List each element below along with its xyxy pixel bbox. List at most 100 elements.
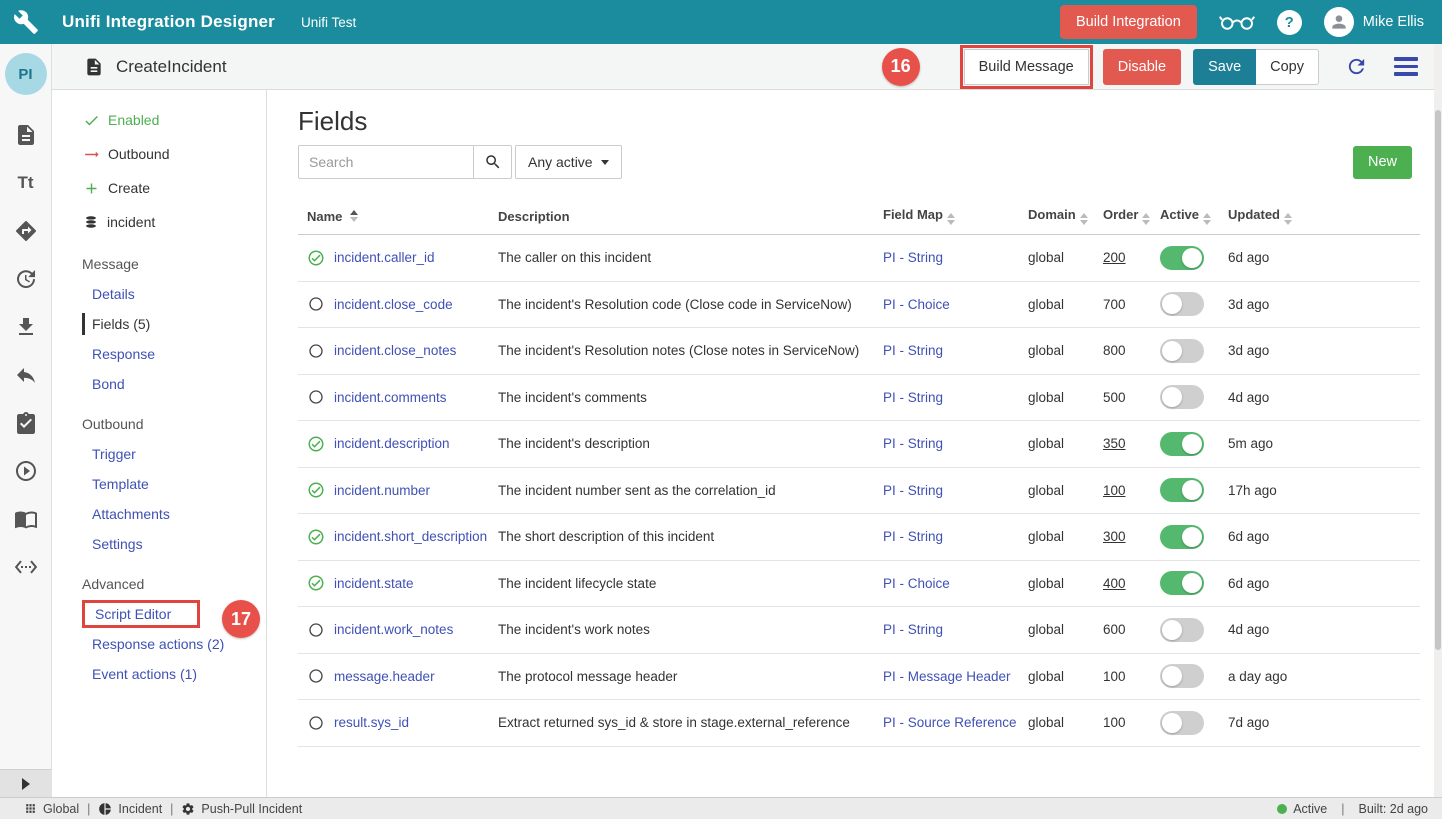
- process-indicator[interactable]: Push-Pull Incident: [181, 802, 302, 816]
- nav-status-incident[interactable]: incident: [52, 205, 266, 239]
- field-name-link[interactable]: incident.close_notes: [334, 343, 456, 358]
- save-button[interactable]: Save: [1193, 49, 1256, 85]
- search-input[interactable]: [298, 145, 473, 179]
- new-button[interactable]: New: [1353, 146, 1412, 179]
- field-order[interactable]: 200: [1103, 250, 1126, 265]
- field-map-link[interactable]: PI - String: [883, 343, 943, 358]
- field-name-link[interactable]: incident.number: [334, 483, 430, 498]
- active-filter-dropdown[interactable]: Any active: [515, 145, 622, 179]
- sidebar-item-attachments[interactable]: Attachments: [52, 499, 266, 529]
- field-order[interactable]: 800: [1103, 343, 1126, 358]
- sidebar-item-settings[interactable]: Settings: [52, 529, 266, 559]
- field-map-link[interactable]: PI - Choice: [883, 576, 950, 591]
- book-icon[interactable]: [14, 507, 38, 531]
- sidebar-item-details[interactable]: Details: [52, 279, 266, 309]
- sidebar-item-event-actions-1[interactable]: Event actions (1): [52, 659, 266, 689]
- reply-icon[interactable]: [14, 363, 38, 387]
- build-message-button[interactable]: Build Message: [964, 49, 1089, 85]
- text-format-icon[interactable]: Tt: [14, 171, 38, 195]
- field-map-link[interactable]: PI - String: [883, 483, 943, 498]
- active-toggle[interactable]: [1160, 525, 1204, 549]
- main-content: Fields Any active New NameDescriptionFie…: [267, 90, 1434, 797]
- disable-button[interactable]: Disable: [1103, 49, 1181, 85]
- field-order[interactable]: 600: [1103, 622, 1126, 637]
- scrollbar-thumb[interactable]: [1435, 110, 1441, 650]
- copy-button[interactable]: Copy: [1256, 49, 1319, 85]
- field-order[interactable]: 300: [1103, 529, 1126, 544]
- field-name-link[interactable]: result.sys_id: [334, 715, 409, 730]
- code-icon[interactable]: [14, 555, 38, 579]
- field-order[interactable]: 700: [1103, 297, 1126, 312]
- field-map-link[interactable]: PI - String: [883, 436, 943, 451]
- user-menu[interactable]: Mike Ellis: [1324, 7, 1424, 37]
- field-map-link[interactable]: PI - String: [883, 529, 943, 544]
- field-order[interactable]: 400: [1103, 576, 1126, 591]
- active-toggle[interactable]: [1160, 385, 1204, 409]
- active-toggle[interactable]: [1160, 711, 1204, 735]
- column-header-description[interactable]: Description: [498, 209, 883, 224]
- sidebar-item-template[interactable]: Template: [52, 469, 266, 499]
- field-name-link[interactable]: incident.short_description: [334, 529, 487, 544]
- document-icon[interactable]: [14, 123, 38, 147]
- search-icon[interactable]: [473, 145, 512, 179]
- field-map-link[interactable]: PI - String: [883, 622, 943, 637]
- column-header-name[interactable]: Name: [298, 209, 498, 224]
- active-toggle[interactable]: [1160, 571, 1204, 595]
- active-toggle[interactable]: [1160, 618, 1204, 642]
- refresh-icon[interactable]: [1345, 55, 1368, 78]
- field-map-link[interactable]: PI - Message Header: [883, 669, 1011, 684]
- active-toggle[interactable]: [1160, 478, 1204, 502]
- field-name-link[interactable]: incident.description: [334, 436, 450, 451]
- wrench-logo-icon[interactable]: [0, 9, 52, 35]
- active-toggle[interactable]: [1160, 246, 1204, 270]
- help-icon[interactable]: ?: [1277, 10, 1302, 35]
- field-order[interactable]: 500: [1103, 390, 1126, 405]
- field-name-link[interactable]: incident.comments: [334, 390, 447, 405]
- sidebar-item-fields-5[interactable]: Fields (5): [52, 309, 266, 339]
- column-header-active[interactable]: Active: [1160, 207, 1228, 225]
- field-name-link[interactable]: incident.work_notes: [334, 622, 453, 637]
- menu-icon[interactable]: [1394, 57, 1418, 76]
- field-order[interactable]: 100: [1103, 483, 1126, 498]
- field-map-link[interactable]: PI - Source Reference: [883, 715, 1017, 730]
- field-description: The incident lifecycle state: [498, 576, 883, 591]
- task-check-icon[interactable]: [14, 411, 38, 435]
- preview-glasses-icon[interactable]: [1219, 12, 1255, 32]
- directions-icon[interactable]: [14, 219, 38, 243]
- vertical-scrollbar[interactable]: [1434, 44, 1442, 797]
- field-name-link[interactable]: incident.caller_id: [334, 250, 435, 265]
- active-toggle[interactable]: [1160, 432, 1204, 456]
- column-header-order[interactable]: Order: [1103, 207, 1160, 225]
- expand-panel-button[interactable]: [0, 769, 52, 797]
- field-map-link[interactable]: PI - String: [883, 390, 943, 405]
- active-toggle[interactable]: [1160, 664, 1204, 688]
- field-name-link[interactable]: message.header: [334, 669, 435, 684]
- field-updated: 4d ago: [1228, 390, 1420, 405]
- sidebar-item-bond[interactable]: Bond: [52, 369, 266, 399]
- fields-table: NameDescriptionField MapDomainOrderActiv…: [298, 198, 1420, 747]
- field-map-link[interactable]: PI - String: [883, 250, 943, 265]
- field-name-link[interactable]: incident.state: [334, 576, 414, 591]
- active-toggle[interactable]: [1160, 339, 1204, 363]
- field-order[interactable]: 350: [1103, 436, 1126, 451]
- field-map-link[interactable]: PI - Choice: [883, 297, 950, 312]
- download-icon[interactable]: [14, 315, 38, 339]
- column-header-updated[interactable]: Updated: [1228, 207, 1420, 225]
- sidebar-item-response[interactable]: Response: [52, 339, 266, 369]
- integration-avatar[interactable]: PI: [5, 53, 47, 95]
- integration-indicator[interactable]: Incident: [98, 802, 162, 816]
- update-icon[interactable]: [14, 267, 38, 291]
- column-header-field-map[interactable]: Field Map: [883, 207, 1028, 225]
- build-integration-button[interactable]: Build Integration: [1060, 5, 1197, 39]
- field-name-link[interactable]: incident.close_code: [334, 297, 453, 312]
- field-order[interactable]: 100: [1103, 715, 1126, 730]
- column-header-domain[interactable]: Domain: [1028, 207, 1103, 225]
- play-circle-icon[interactable]: [14, 459, 38, 483]
- nav-status-outbound[interactable]: Outbound: [52, 137, 266, 171]
- active-toggle[interactable]: [1160, 292, 1204, 316]
- nav-status-create[interactable]: Create: [52, 171, 266, 205]
- nav-status-enabled[interactable]: Enabled: [52, 103, 266, 137]
- sidebar-item-trigger[interactable]: Trigger: [52, 439, 266, 469]
- field-order[interactable]: 100: [1103, 669, 1126, 684]
- scope-indicator[interactable]: Global: [24, 802, 79, 816]
